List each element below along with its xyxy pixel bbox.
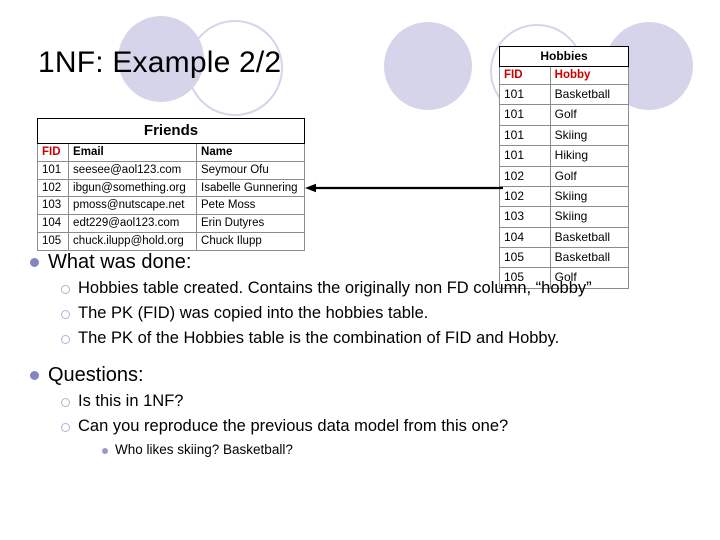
friends-table: Friends FID Email Name 101 seesee@aol123… [36,118,305,251]
list-item: The PK of the Hobbies table is the combi… [30,328,690,350]
hobbies-table-caption-row: Hobbies [499,46,629,68]
friends-cell-name: Isabelle Gunnering [196,178,305,198]
hobbies-cell-hobby: Skiing [549,206,630,228]
section-heading-what-was-done: What was done: [48,251,192,273]
table-row: 101 Golf [499,104,630,126]
friends-header-fid: FID [36,143,70,162]
bullet-level1-icon [30,370,39,380]
hobbies-table-title: Hobbies [499,46,629,68]
hobbies-cell-fid: 101 [499,104,551,126]
hobbies-cell-hobby: Skiing [549,185,630,208]
list-item: Who likes skiing? Basketball? [30,441,690,459]
table-row: 101 seesee@aol123.com Seymour Ofu [36,160,305,180]
table-row: 102 ibgun@something.org Isabelle Gunneri… [36,178,305,198]
hobbies-cell-fid: 103 [499,206,551,228]
list-item: Is this in 1NF? [30,391,690,413]
list-item-label: Who likes skiing? Basketball? [115,441,293,457]
hobbies-cell-hobby: Basketball [549,84,630,106]
table-row: 103 Skiing [499,206,630,228]
hobbies-header-fid: FID [499,66,551,86]
hobbies-cell-hobby: Basketball [549,226,630,248]
table-row: 104 edt229@aol123.com Erin Dutyres [36,214,305,233]
bullet-level2-icon [61,309,70,319]
friends-cell-fid: 104 [36,214,70,233]
hobbies-table-header-row: FID Hobby [499,66,630,86]
friends-table-caption-row: Friends [37,118,305,145]
hobbies-cell-fid: 102 [499,165,551,187]
friends-cell-fid: 102 [36,178,70,198]
friends-cell-name: Erin Dutyres [196,214,305,233]
list-item-label: The PK (FID) was copied into the hobbies… [78,303,429,322]
arrow-left-icon [305,183,503,193]
friends-table-title: Friends [37,118,305,145]
relationship-arrow [305,181,503,193]
table-row: 102 Skiing [499,185,630,208]
hobbies-cell-fid: 101 [499,145,551,167]
friends-cell-fid: 101 [36,160,70,180]
friends-cell-email: seesee@aol123.com [68,160,198,180]
list-item: The PK (FID) was copied into the hobbies… [30,303,690,325]
hobbies-cell-hobby: Golf [549,165,630,187]
table-row: 101 Hiking [499,145,630,167]
page-title: 1NF: Example 2/2 [38,46,282,79]
bullet-level2-icon [61,334,70,344]
table-row: 101 Basketball [499,84,630,106]
friends-table-header-row: FID Email Name [36,143,305,162]
friends-cell-email: pmoss@nutscape.net [68,196,198,216]
slide-body: What was done: Hobbies table created. Co… [30,248,690,458]
bullet-what-was-done: What was done: [30,250,690,275]
friends-cell-email: edt229@aol123.com [68,214,198,233]
hobbies-cell-hobby: Skiing [549,124,630,147]
decorative-circle-mid-filled [384,22,472,110]
list-item: Hobbies table created. Contains the orig… [30,278,690,300]
bullet-level2-icon [61,397,70,407]
hobbies-cell-fid: 101 [499,84,551,106]
list-item-label: Is this in 1NF? [78,391,184,410]
hobbies-cell-fid: 101 [499,124,551,147]
list-item: Can you reproduce the previous data mode… [30,416,690,438]
table-row: 101 Skiing [499,124,630,147]
friends-cell-email: ibgun@something.org [68,178,198,198]
bullet-level3-icon [102,447,108,454]
hobbies-cell-fid: 102 [499,185,551,208]
list-item-label: The PK of the Hobbies table is the combi… [78,328,560,347]
friends-cell-fid: 103 [36,196,70,216]
friends-header-email: Email [68,143,198,162]
list-item-label: Can you reproduce the previous data mode… [78,416,509,435]
hobbies-cell-fid: 104 [499,226,551,248]
bullet-level2-icon [61,422,70,432]
hobbies-header-hobby: Hobby [549,66,630,86]
table-row: 103 pmoss@nutscape.net Pete Moss [36,196,305,216]
friends-cell-name: Pete Moss [196,196,305,216]
table-row: 102 Golf [499,165,630,187]
friends-header-name: Name [196,143,305,162]
bullet-level1-icon [30,258,39,267]
bullet-questions: Questions: [30,363,690,388]
hobbies-cell-hobby: Golf [549,104,630,126]
bullet-level2-icon [61,285,70,294]
section-heading-questions: Questions: [48,363,144,386]
table-row: 104 Basketball [499,226,630,248]
list-item-label: Hobbies table created. Contains the orig… [78,279,592,297]
hobbies-cell-hobby: Hiking [549,145,630,167]
friends-cell-name: Seymour Ofu [196,160,305,180]
